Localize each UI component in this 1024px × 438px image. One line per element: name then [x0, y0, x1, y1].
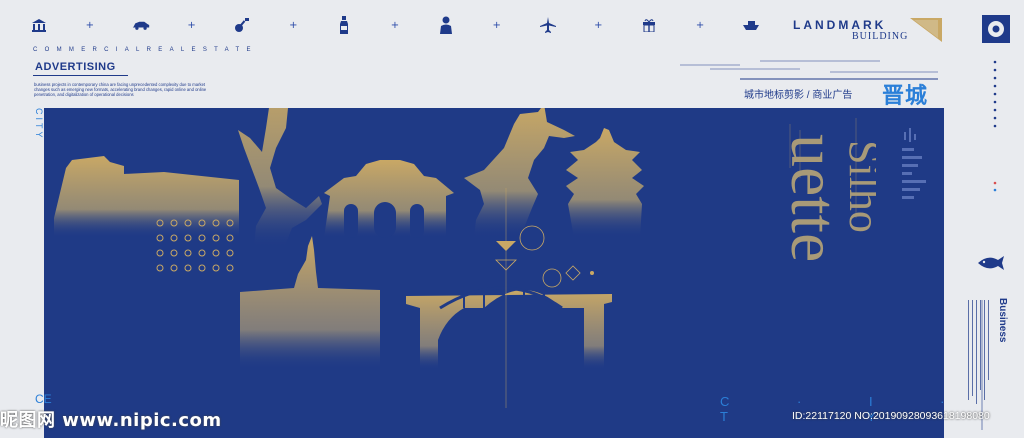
ce-text: CE [35, 392, 52, 406]
building-icon [30, 16, 48, 34]
guitar-icon [233, 16, 251, 34]
top-icon-row: + + + + + + + [30, 12, 760, 38]
watermark-site: 昵图网 www.nipic.com [0, 410, 222, 431]
plus-mark: + [289, 19, 298, 31]
logo-triangle-icon [910, 18, 942, 42]
chinese-subtitle: 城市地标剪影 / 商业广告 [744, 90, 853, 101]
gift-icon [640, 16, 658, 34]
city-vertical-text: CITY [34, 108, 44, 141]
description-text: business projects in contemporary china … [34, 82, 207, 97]
business-description-lines [968, 300, 989, 404]
bottle-icon [335, 16, 353, 34]
city-name: 晋城 [882, 83, 929, 108]
watermark-id: ID:22117120 NO:20190928093618198080 [792, 410, 990, 422]
plus-mark: + [85, 19, 95, 31]
advertising-underline [33, 75, 128, 76]
logo-subtitle: BUILDING [852, 31, 909, 42]
silhouette-title: Silho uette [786, 134, 876, 262]
logo-title: LANDMARK [793, 18, 887, 32]
car-icon [132, 16, 150, 34]
plus-mark: + [187, 19, 196, 31]
silhouette-text-bottom: uette [786, 134, 850, 262]
plus-mark: + [492, 19, 501, 31]
boat-icon [742, 16, 760, 34]
plus-mark: + [695, 19, 705, 31]
airplane-icon [539, 16, 557, 34]
person-icon [437, 16, 455, 34]
commercial-real-estate-text: COMMERCIALREALESTATE [33, 47, 258, 53]
plus-mark: + [594, 19, 603, 31]
plus-mark: + [390, 19, 400, 31]
advertising-heading: ADVERTISING [35, 61, 116, 73]
business-label: Business [997, 298, 1008, 343]
fish-icon [978, 256, 1004, 270]
